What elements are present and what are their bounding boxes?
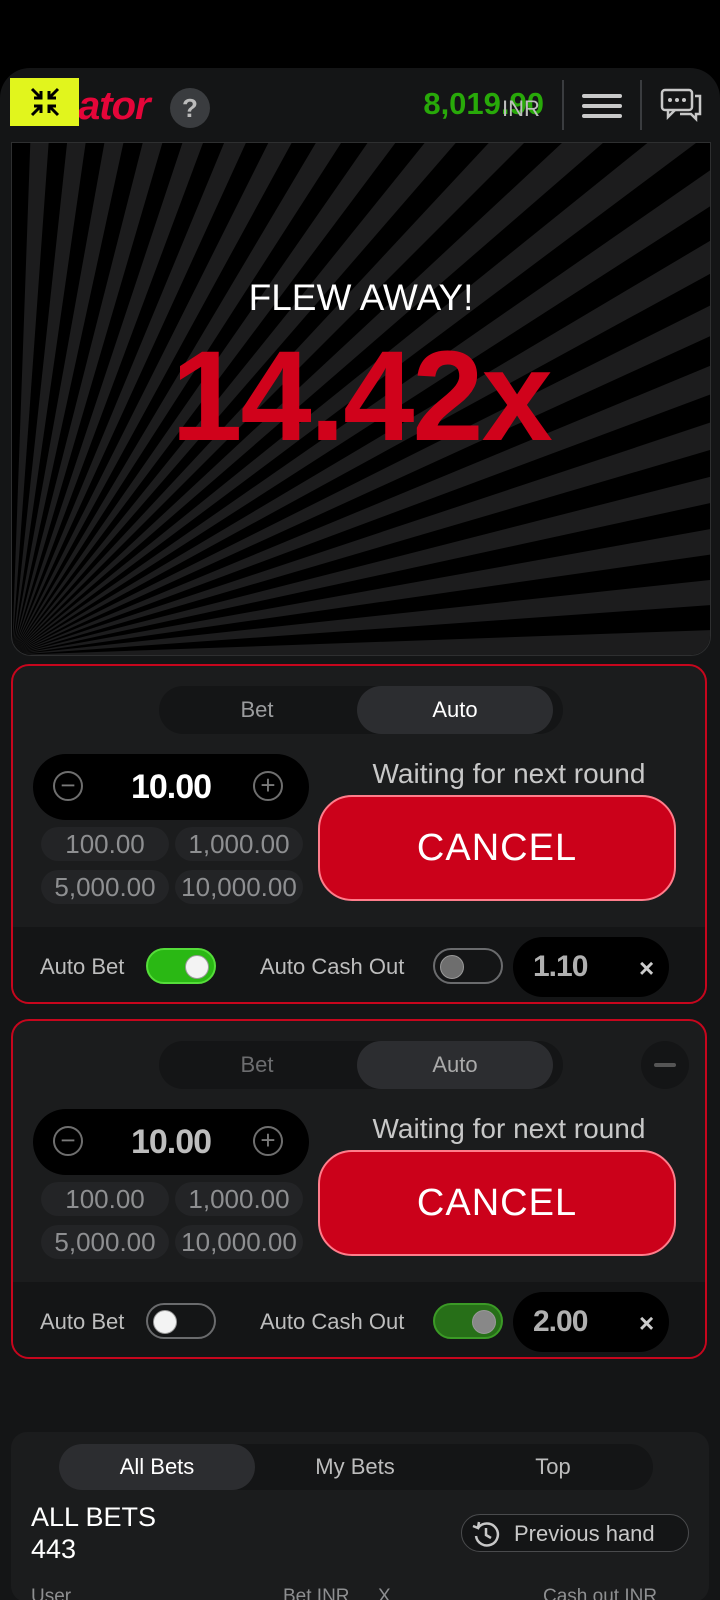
clear-icon[interactable]: × — [639, 953, 654, 984]
auto-cashout-toggle[interactable] — [433, 1303, 503, 1339]
cashout-multiplier-field: 2.00 × — [513, 1292, 669, 1352]
all-bets-title: ALL BETS — [31, 1502, 157, 1532]
bet-amount-stepper: − 10.00 + — [33, 1109, 309, 1175]
auto-settings-row: Auto Bet Auto Cash Out 2.00 × — [13, 1282, 705, 1357]
bet-amount-stepper: − 10.00 + — [33, 754, 309, 820]
decrease-button[interactable]: − — [53, 771, 83, 801]
quick-amount-chip[interactable]: 100.00 — [41, 827, 169, 861]
column-header-cashout: Cash out INR — [543, 1586, 658, 1600]
remove-panel-icon[interactable] — [641, 1041, 689, 1089]
bet-amount-input[interactable]: 10.00 — [93, 768, 249, 807]
quick-amount-chip[interactable]: 1,000.00 — [175, 1182, 303, 1216]
all-bets-count: 443 — [31, 1534, 77, 1564]
bet-panel-2: Bet Auto − 10.00 + 100.00 1,000.00 5,000… — [11, 1019, 707, 1359]
waiting-text: Waiting for next round — [372, 1113, 646, 1144]
increase-button[interactable]: + — [253, 1126, 283, 1156]
auto-settings-row: Auto Bet Auto Cash Out 1.10 × — [13, 927, 705, 1002]
quick-amount-chip[interactable]: 10,000.00 — [175, 1225, 303, 1259]
previous-hand-button[interactable]: Previous hand — [461, 1514, 689, 1552]
cancel-button[interactable]: CANCEL — [318, 1150, 676, 1256]
auto-bet-label: Auto Bet — [40, 954, 125, 979]
help-button[interactable]: ? — [170, 88, 210, 128]
cashout-multiplier-field: 1.10 × — [513, 937, 669, 997]
waiting-text: Waiting for next round — [372, 758, 646, 789]
auto-bet-toggle[interactable] — [146, 1303, 216, 1339]
tab-my-bets[interactable]: My Bets — [257, 1444, 453, 1490]
auto-bet-label: Auto Bet — [40, 1309, 125, 1334]
divider — [640, 80, 642, 130]
round-status: FLEW AWAY! — [248, 277, 474, 318]
bet-mode-tabs: Bet Auto — [159, 1041, 563, 1089]
auto-cashout-label: Auto Cash Out — [260, 1309, 405, 1334]
bets-section: All Bets My Bets Top ALL BETS 443 Previo… — [11, 1432, 709, 1600]
auto-cashout-toggle[interactable] — [433, 948, 503, 984]
increase-button[interactable]: + — [253, 771, 283, 801]
crash-multiplier: 14.42x — [171, 325, 553, 468]
previous-hand-label: Previous hand — [514, 1521, 655, 1546]
bet-amount-input[interactable]: 10.00 — [93, 1123, 249, 1162]
tab-bet[interactable]: Bet — [159, 686, 355, 734]
column-header-x: X — [378, 1586, 391, 1600]
column-header-bet: Bet INR — [283, 1586, 350, 1600]
bet-mode-tabs: Bet Auto — [159, 686, 563, 734]
top-bar: ator ? 8,019.90 INR — [0, 68, 720, 144]
tab-auto[interactable]: Auto — [357, 1041, 553, 1089]
clear-icon[interactable]: × — [639, 1308, 654, 1339]
balance-currency: INR — [502, 96, 540, 121]
chat-icon[interactable] — [660, 86, 704, 126]
hamburger-menu-icon[interactable] — [582, 88, 622, 124]
tab-bet[interactable]: Bet — [159, 1041, 355, 1089]
quick-amount-chip[interactable]: 100.00 — [41, 1182, 169, 1216]
tab-top[interactable]: Top — [455, 1444, 651, 1490]
cashout-multiplier-input[interactable]: 1.10 — [533, 950, 588, 984]
auto-bet-toggle[interactable] — [146, 948, 216, 984]
divider — [562, 80, 564, 130]
tab-all-bets[interactable]: All Bets — [59, 1444, 255, 1490]
game-app: ator ? 8,019.90 INR FLEW AWAY! 14.42x Be… — [0, 68, 720, 1600]
cashout-multiplier-input[interactable]: 2.00 — [533, 1305, 588, 1339]
decrease-button[interactable]: − — [53, 1126, 83, 1156]
auto-cashout-label: Auto Cash Out — [260, 954, 405, 979]
tab-auto[interactable]: Auto — [357, 686, 553, 734]
bet-panel-1: Bet Auto − 10.00 + 100.00 1,000.00 5,000… — [11, 664, 707, 1004]
cancel-button[interactable]: CANCEL — [318, 795, 676, 901]
logo: ator — [78, 84, 151, 128]
column-header-user: User — [31, 1586, 72, 1600]
collapse-icon[interactable] — [10, 78, 79, 126]
history-icon — [470, 1519, 502, 1554]
quick-amount-chip[interactable]: 5,000.00 — [41, 1225, 169, 1259]
quick-amount-chip[interactable]: 10,000.00 — [175, 870, 303, 904]
quick-amount-chip[interactable]: 5,000.00 — [41, 870, 169, 904]
quick-amount-chip[interactable]: 1,000.00 — [175, 827, 303, 861]
bets-tabs: All Bets My Bets Top — [59, 1444, 653, 1490]
game-stage: FLEW AWAY! 14.42x — [11, 142, 711, 656]
